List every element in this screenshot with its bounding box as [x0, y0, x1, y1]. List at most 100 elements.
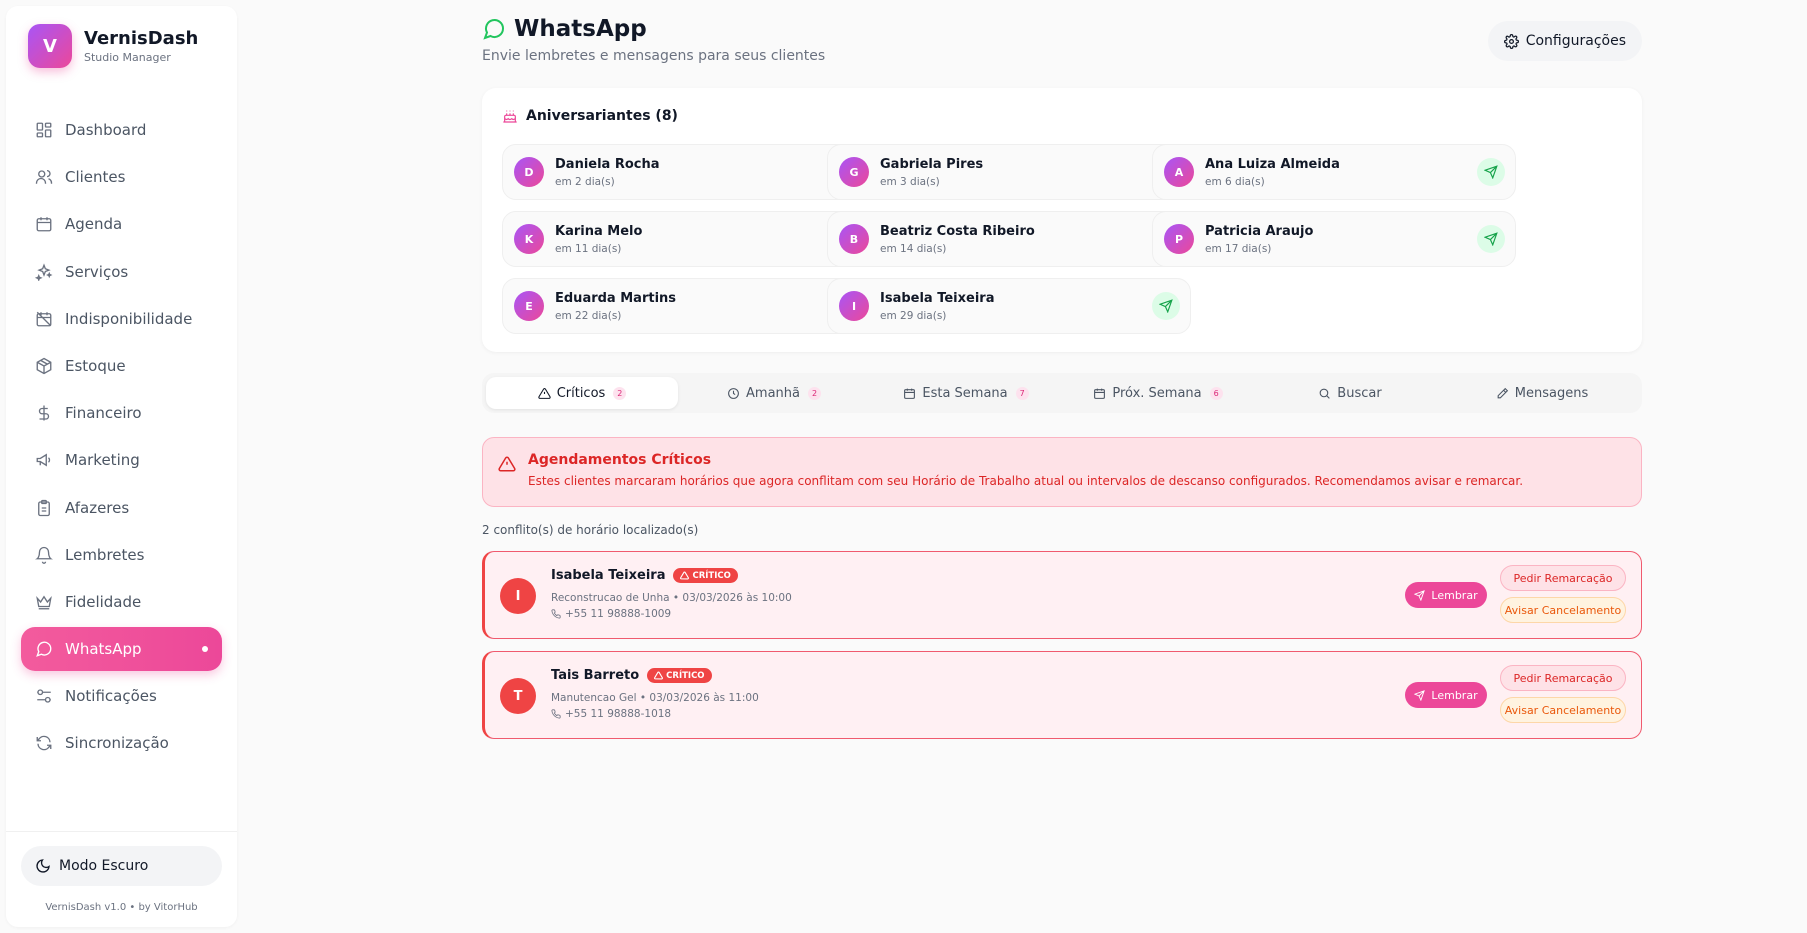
sidebar-item-whatsapp[interactable]: WhatsApp	[21, 627, 222, 672]
grid-icon	[36, 122, 52, 138]
phone-number: +55 11 98888-1009	[565, 608, 672, 620]
sidebar-item-dashboard[interactable]: Dashboard	[21, 108, 222, 152]
notify-cancellation-button[interactable]: Avisar Cancelamento	[1500, 697, 1626, 723]
sidebar-item-label: Serviços	[65, 262, 129, 281]
conflicts-count: 2 conflito(s) de horário localizado(s)	[482, 523, 699, 537]
refresh-icon	[36, 736, 52, 751]
sidebar-item-marketing[interactable]: Marketing	[21, 438, 222, 482]
sidebar-item-estoque[interactable]: Estoque	[21, 344, 222, 388]
tab-mensagens[interactable]: Mensagens	[1446, 377, 1638, 409]
request-reschedule-button[interactable]: Pedir Remarcação	[1500, 565, 1626, 591]
tab-amanha[interactable]: Amanhã 2	[678, 377, 870, 409]
page-title: WhatsApp	[514, 16, 647, 42]
brand-logo: V	[28, 24, 72, 68]
calendar-icon	[1094, 388, 1106, 399]
sidebar-item-clientes[interactable]: Clientes	[21, 155, 222, 199]
send-birthday-button[interactable]	[1152, 292, 1180, 320]
birthday-days: em 6 dia(s)	[1205, 176, 1265, 188]
tab-label: Buscar	[1337, 385, 1382, 401]
tab-count-badge: 2	[613, 386, 627, 400]
settings-button-label: Configurações	[1525, 33, 1626, 49]
birthday-item: P Patricia Araujo em 17 dia(s)	[1152, 211, 1516, 267]
request-reschedule-button[interactable]: Pedir Remarcação	[1500, 665, 1626, 691]
tab-label: Amanhã	[746, 385, 800, 401]
sidebar-item-label: Clientes	[65, 168, 126, 187]
critical-badge: CRÍTICO	[647, 668, 712, 683]
sidebar-item-label: Agenda	[65, 215, 123, 234]
users-icon	[35, 170, 53, 184]
sidebar-item-label: Notificações	[65, 687, 157, 706]
tab-count-badge: 2	[807, 386, 821, 400]
sidebar-item-notificacoes[interactable]: Notificações	[21, 674, 222, 718]
appointment-service: Reconstrucao de Unha • 03/03/2026 às 10:…	[551, 592, 792, 604]
avatar: K	[514, 224, 544, 254]
sidebar-item-indisponibilidade[interactable]: Indisponibilidade	[21, 297, 222, 341]
sidebar-item-label: WhatsApp	[65, 640, 142, 659]
active-indicator-dot	[202, 646, 208, 653]
birthday-name: Beatriz Costa Ribeiro	[880, 224, 1035, 239]
sidebar-item-servicos[interactable]: Serviços	[21, 250, 222, 294]
birthday-days: em 2 dia(s)	[555, 176, 615, 188]
notify-cancellation-button[interactable]: Avisar Cancelamento	[1500, 597, 1626, 623]
phone-icon	[551, 609, 561, 619]
sidebar-item-lembretes[interactable]: Lembretes	[21, 533, 222, 577]
brand[interactable]: V VernisDash Studio Manager	[28, 24, 198, 68]
send-icon	[1484, 165, 1498, 179]
remind-button[interactable]: Lembrar	[1405, 682, 1487, 708]
birthday-name: Eduarda Martins	[555, 291, 677, 306]
sidebar-item-sincronizacao[interactable]: Sincronização	[21, 721, 222, 765]
critical-appointment-card: I Isabela Teixeira CRÍTICO Reconstrucao …	[482, 551, 1642, 639]
birthday-item: K Karina Melo em 11 dia(s)	[502, 211, 866, 267]
tab-prox-semana[interactable]: Próx. Semana 6	[1062, 377, 1254, 409]
birthday-name: Daniela Rocha	[555, 157, 660, 172]
dark-mode-label: Modo Escuro	[59, 858, 149, 874]
clock-icon	[728, 387, 739, 399]
remind-button-label: Lembrar	[1431, 588, 1478, 602]
alert-title: Agendamentos Críticos	[528, 452, 712, 468]
tab-criticos[interactable]: Críticos 2	[486, 377, 678, 409]
megaphone-icon	[36, 453, 51, 467]
birthday-item: E Eduarda Martins em 22 dia(s)	[502, 278, 866, 334]
sidebar-item-label: Sincronização	[65, 734, 169, 753]
birthday-days: em 3 dia(s)	[880, 176, 940, 188]
avatar: T	[500, 678, 536, 714]
sidebar-item-agenda[interactable]: Agenda	[21, 202, 222, 246]
birthday-days: em 17 dia(s)	[1205, 243, 1272, 255]
send-icon	[1484, 232, 1498, 246]
brand-name: VernisDash	[84, 28, 199, 49]
brand-subtitle: Studio Manager	[84, 51, 171, 64]
avatar: A	[1164, 157, 1194, 187]
tab-esta-semana[interactable]: Esta Semana 7	[870, 377, 1062, 409]
dollar-icon	[38, 405, 50, 421]
remind-button[interactable]: Lembrar	[1405, 582, 1487, 608]
cake-icon	[503, 110, 517, 123]
sidebar-item-fidelidade[interactable]: Fidelidade	[21, 580, 222, 624]
alert-text: Estes clientes marcaram horários que ago…	[528, 474, 1524, 488]
birthday-item: I Isabela Teixeira em 29 dia(s)	[827, 278, 1191, 334]
send-birthday-button[interactable]	[1477, 225, 1505, 253]
critical-appointment-card: T Tais Barreto CRÍTICO Manutencao Gel • …	[482, 651, 1642, 739]
critical-badge: CRÍTICO	[673, 568, 738, 583]
search-icon	[1319, 388, 1331, 399]
sidebar-item-afazeres[interactable]: Afazeres	[21, 486, 222, 530]
appointment-service: Manutencao Gel • 03/03/2026 às 11:00	[551, 692, 759, 704]
sidebar-divider	[6, 831, 237, 832]
avatar: D	[514, 157, 544, 187]
alert-triangle-icon	[680, 571, 690, 580]
birthday-name: Patricia Araujo	[1205, 224, 1314, 239]
send-icon	[1414, 689, 1426, 701]
calendar-off-icon	[36, 311, 52, 327]
message-circle-icon	[36, 641, 52, 657]
send-birthday-button[interactable]	[1477, 158, 1505, 186]
birthday-name: Gabriela Pires	[880, 157, 984, 172]
sidebar: V VernisDash Studio Manager Dashboard Cl…	[6, 6, 237, 927]
settings-button[interactable]: Configurações	[1487, 21, 1642, 61]
send-icon	[1159, 299, 1173, 313]
dark-mode-toggle[interactable]: Modo Escuro	[21, 846, 222, 886]
phone-icon	[551, 709, 561, 719]
tab-buscar[interactable]: Buscar	[1254, 377, 1446, 409]
client-phone: +55 11 98888-1018	[551, 708, 671, 720]
birthday-item: B Beatriz Costa Ribeiro em 14 dia(s)	[827, 211, 1191, 267]
sidebar-item-financeiro[interactable]: Financeiro	[21, 391, 222, 435]
sidebar-item-label: Afazeres	[65, 498, 130, 517]
